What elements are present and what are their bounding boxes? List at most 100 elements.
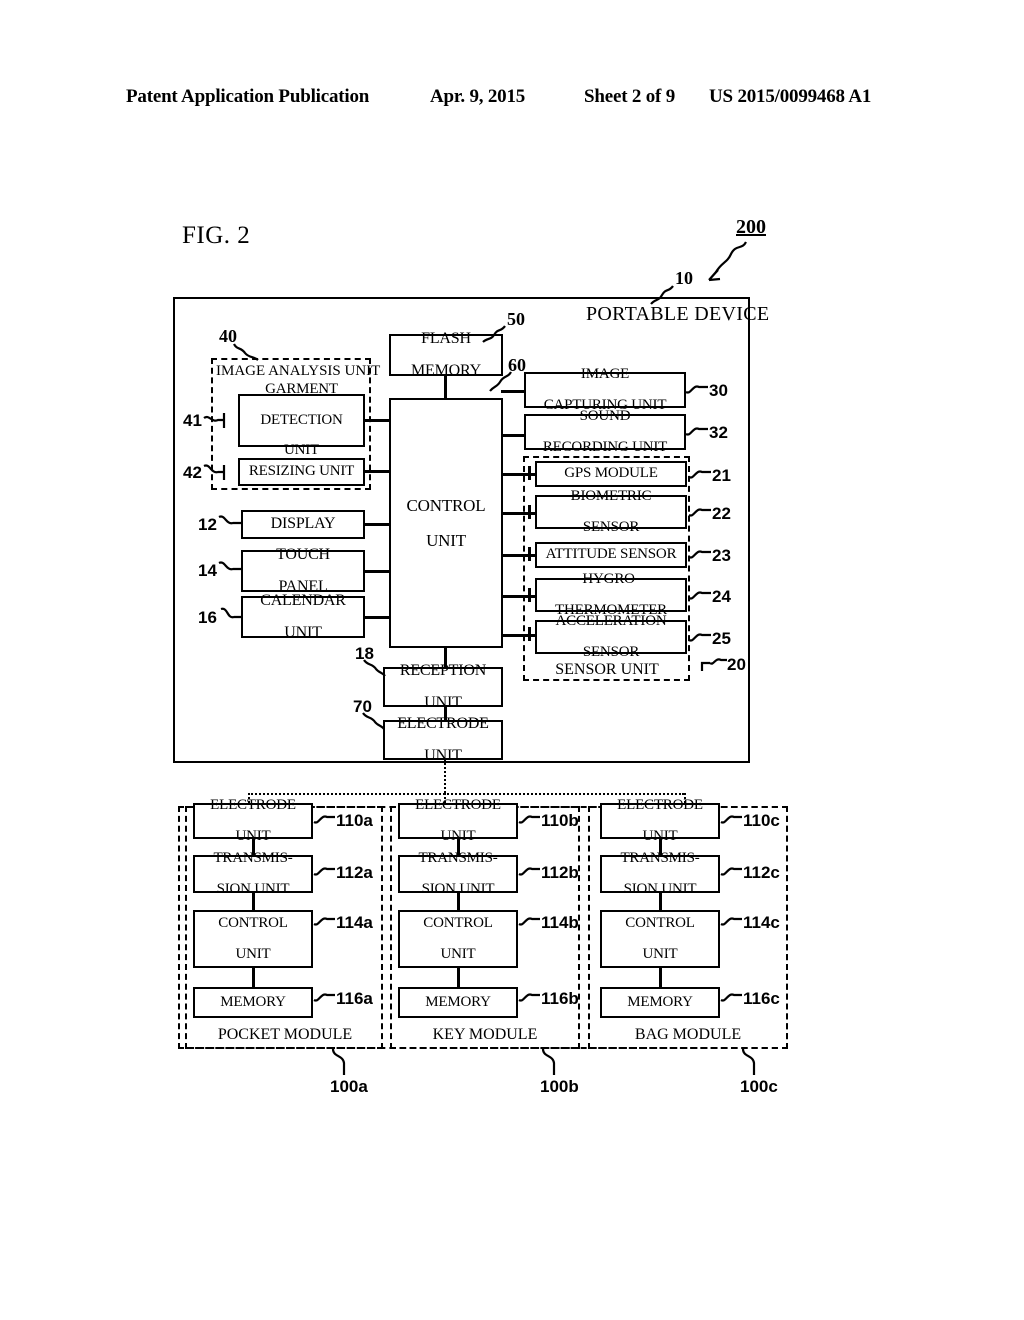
device-electrode-unit-box[interactable]: ELECTRODE UNIT [383,715,503,764]
resizing-unit-box[interactable]: RESIZING UNIT [238,458,365,486]
key-electrode-unit-box[interactable]: ELECTRODE UNIT [398,797,518,843]
bus-calendar [365,616,390,619]
pocket-control-unit-box[interactable]: CONTROL UNIT [193,910,313,968]
bus-tick-hygro [528,588,531,602]
leader-100a [331,1048,346,1075]
leader-116c [720,993,742,1002]
leader-60 [489,371,512,392]
biometric-sensor-line2: SENSOR [582,518,640,535]
bag-transmission-unit-box[interactable]: TRANSMIS- SION UNIT [600,850,720,896]
leader-18 [363,659,386,677]
attitude-sensor-box[interactable]: ATTITUDE SENSOR [535,542,687,568]
ref-110a: 110a [336,811,373,830]
pocket-control-unit-line1: CONTROL [218,915,288,932]
pocket-link-3 [252,968,255,988]
leader-23 [688,550,711,559]
key-control-unit-box[interactable]: CONTROL UNIT [398,910,518,968]
key-memory-label: MEMORY [425,993,491,1010]
calendar-unit-line1: CALENDAR [260,591,346,609]
figure-title: FIG. 2 [182,222,251,249]
ref-116a: 116a [336,989,373,1008]
display-box[interactable]: DISPLAY [241,510,365,539]
calendar-unit-line2: UNIT [284,624,322,642]
electrode-bus-horizontal [248,793,684,795]
pocket-memory-label: MEMORY [220,993,286,1010]
sound-recording-unit-box[interactable]: SOUND RECORDING UNIT [524,408,686,454]
image-analysis-unit-line1: IMAGE ANALYSIS [216,363,341,379]
control-unit-line1: CONTROL [406,496,486,515]
biometric-sensor-box[interactable]: BIOMETRIC SENSOR [535,488,687,534]
sensor-unit-label: SENSOR UNIT [555,661,659,678]
leader-41 [203,413,226,428]
header-sheet-number: Sheet 2 of 9 [584,86,676,107]
leader-25 [688,633,711,642]
pocket-memory-box[interactable]: MEMORY [193,987,313,1018]
touch-panel-box[interactable]: TOUCH PANEL [241,546,365,595]
bag-control-unit-line2: UNIT [642,945,678,962]
bag-electrode-unit-box[interactable]: ELECTRODE UNIT [600,797,720,843]
key-link-3 [457,968,460,988]
calendar-unit-box[interactable]: CALENDAR UNIT [241,591,365,642]
bus-garment-detection [365,419,390,422]
image-capturing-unit-line1: IMAGE [580,366,630,383]
leader-32 [685,427,708,436]
pocket-electrode-unit-box[interactable]: ELECTRODE UNIT [193,797,313,843]
image-capturing-unit-box[interactable]: IMAGE CAPTURING UNIT [524,366,686,412]
leader-20 [700,658,727,671]
image-analysis-unit-label: IMAGE ANALYSIS UNIT [216,363,380,380]
key-memory-box[interactable]: MEMORY [398,987,518,1018]
leader-114a [313,917,335,926]
acceleration-sensor-box[interactable]: ACCELERATION SENSOR [535,613,687,659]
ref-114c: 114c [743,913,780,932]
acceleration-sensor-line1: ACCELERATION [555,613,667,630]
biometric-sensor-line1: BIOMETRIC [570,488,652,505]
control-unit-box[interactable]: CONTROL UNIT [389,398,503,648]
ref-100a: 100a [330,1077,368,1096]
bag-link-3 [659,968,662,988]
leader-110b [518,815,540,824]
gps-module-box[interactable]: GPS MODULE [535,461,687,487]
key-control-unit-line1: CONTROL [423,915,493,932]
hygro-thermometer-box[interactable]: HYGRO- THERMOMETER [535,571,687,617]
bag-memory-box[interactable]: MEMORY [600,987,720,1018]
leader-70 [362,712,385,730]
header-publication-type: Patent Application Publication [126,86,370,107]
leader-116a [313,993,335,1002]
publication-header: Patent Application Publication Apr. 9, 2… [0,86,1024,112]
leader-112b [518,867,540,876]
ref-116b: 116b [541,989,579,1008]
leader-12 [218,515,241,525]
patent-figure-page: Patent Application Publication Apr. 9, 2… [0,0,1024,1320]
ref-112c: 112c [743,863,780,882]
leader-116b [518,993,540,1002]
resizing-unit-label: RESIZING UNIT [248,463,355,480]
leader-114c [720,917,742,926]
leader-114b [518,917,540,926]
display-label: DISPLAY [270,515,336,533]
ref-110b: 110b [541,811,579,830]
key-transmission-unit-box[interactable]: TRANSMIS- SION UNIT [398,850,518,896]
garment-detection-unit-box[interactable]: GARMENT DETECTION UNIT [238,381,365,458]
key-electrode-unit-line1: ELECTRODE [415,797,501,814]
pocket-transmission-unit-line1: TRANSMIS- [213,850,293,867]
bus-sound-recording [501,434,524,437]
ref-116c: 116c [743,989,780,1008]
ref-114b: 114b [541,913,579,932]
bus-tick-biometric [528,505,531,519]
key-electrode-unit-line2: UNIT [440,827,476,844]
bus-tick-gps [528,466,531,480]
reception-unit-line1: RECEPTION [399,661,487,679]
leader-24 [688,591,711,600]
leader-100c [741,1048,756,1075]
ref-100b: 100b [540,1077,579,1096]
bag-electrode-unit-line2: UNIT [642,827,678,844]
reception-unit-line2: UNIT [424,694,462,712]
bag-control-unit-box[interactable]: CONTROL UNIT [600,910,720,968]
bus-display [365,523,390,526]
pocket-transmission-unit-box[interactable]: TRANSMIS- SION UNIT [193,850,313,896]
leader-14 [218,561,241,571]
leader-42 [203,464,226,480]
ref-14: 14 [198,561,217,580]
flash-memory-line1: FLASH [421,329,471,347]
reception-unit-box[interactable]: RECEPTION UNIT [383,662,503,711]
